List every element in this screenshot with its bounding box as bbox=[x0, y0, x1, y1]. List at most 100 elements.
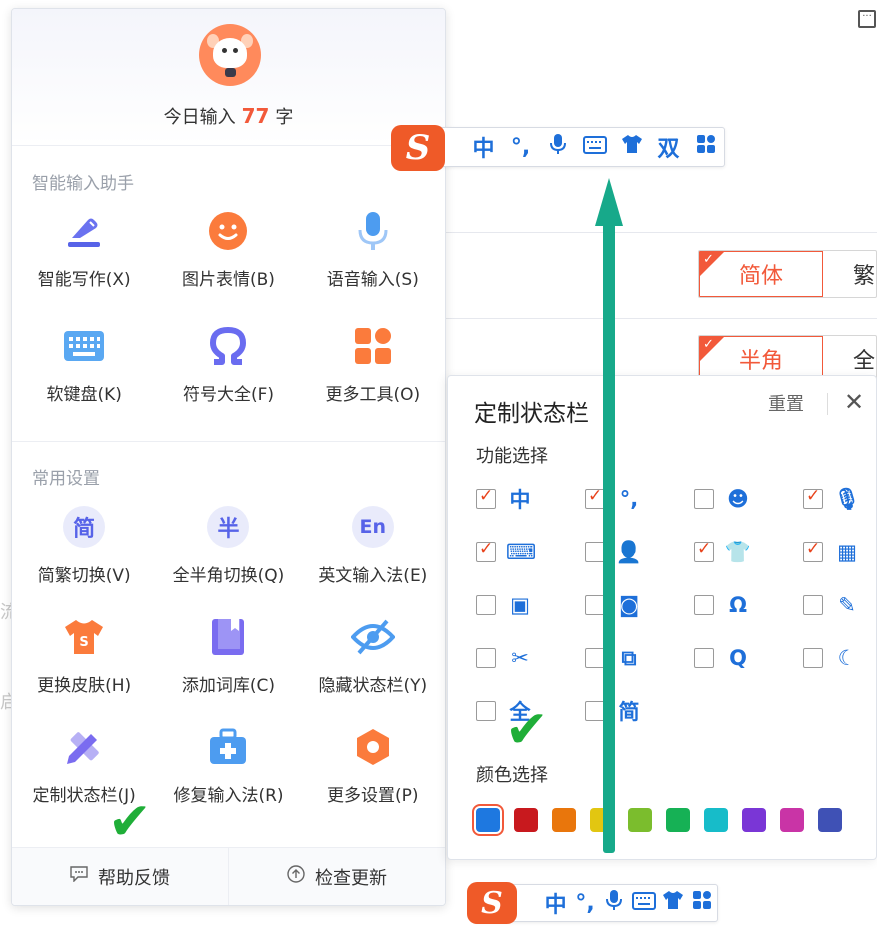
microphone-icon bbox=[351, 209, 395, 253]
checkbox[interactable] bbox=[694, 489, 714, 509]
tool-symbols[interactable]: 符号大全(F) bbox=[156, 312, 300, 427]
checkbox[interactable] bbox=[476, 595, 496, 615]
checkbox[interactable] bbox=[694, 595, 714, 615]
statusbar-preview-bottom[interactable]: S 中 °, bbox=[467, 882, 718, 924]
upload-icon bbox=[287, 865, 305, 888]
function-option[interactable]: ☾ bbox=[803, 645, 877, 671]
color-swatch[interactable] bbox=[472, 804, 504, 836]
checkbox[interactable] bbox=[803, 648, 823, 668]
checkbox[interactable] bbox=[803, 595, 823, 615]
function-option[interactable]: 🎙 bbox=[803, 486, 877, 512]
reset-button[interactable]: 重置 bbox=[768, 390, 804, 416]
tool-repair-ime[interactable]: 修复输入法(R) bbox=[156, 713, 300, 823]
color-swatch[interactable] bbox=[552, 808, 576, 832]
keyboard-icon bbox=[62, 324, 106, 368]
customize-statusbar-panel: 定制状态栏 重置 ✕ 功能选择 中°,☻🎙⌨👤👕▦▣◙Ω✎✂⧉Q☾全简 颜色选择 bbox=[447, 375, 877, 860]
function-option[interactable]: ▣ bbox=[476, 592, 585, 618]
color-swatch[interactable] bbox=[666, 808, 690, 832]
tool-half-full-switch[interactable]: 半 全半角切换(Q) bbox=[156, 493, 300, 603]
check-icon: ✓ bbox=[703, 337, 714, 352]
tool-soft-keyboard[interactable]: 软键盘(K) bbox=[12, 312, 156, 427]
omega-icon bbox=[206, 324, 250, 368]
simplified-option[interactable]: ✓ 简体 bbox=[699, 251, 823, 297]
tool-more-tools[interactable]: 更多工具(O) bbox=[301, 312, 445, 427]
function-option[interactable]: ✎ bbox=[803, 592, 877, 618]
color-swatch[interactable] bbox=[628, 808, 652, 832]
statusbar-preview-top[interactable]: S 中 °, 双 bbox=[391, 125, 725, 171]
checkbox[interactable] bbox=[476, 486, 496, 509]
tshirt-icon[interactable] bbox=[613, 134, 650, 160]
function-option[interactable]: ▦ bbox=[803, 539, 877, 565]
chinese-mode-icon[interactable]: 中 bbox=[541, 887, 570, 919]
toolbox-icon bbox=[206, 725, 250, 769]
function-option[interactable]: ☻ bbox=[694, 486, 803, 512]
sogou-logo-icon[interactable]: S bbox=[467, 882, 517, 924]
color-swatch[interactable] bbox=[780, 808, 804, 832]
simp-trad-toggle[interactable]: ✓ 简体 繁 bbox=[698, 250, 877, 298]
tool-hide-statusbar[interactable]: 隐藏状态栏(Y) bbox=[301, 603, 445, 713]
tool-voice-input[interactable]: 语音输入(S) bbox=[301, 197, 445, 312]
punctuation-icon[interactable]: °, bbox=[502, 135, 539, 160]
half-width-char-icon: 半 bbox=[206, 505, 250, 549]
help-feedback-button[interactable]: 帮助反馈 bbox=[12, 848, 228, 905]
punctuation-icon[interactable]: °, bbox=[570, 891, 599, 916]
checkbox[interactable] bbox=[476, 701, 496, 721]
assistant-tools-grid: 智能写作(X) 图片表情(B) 语音输入(S) 软键盘(K) 符号大全(F) 更… bbox=[12, 197, 445, 427]
function-options-grid: 中°,☻🎙⌨👤👕▦▣◙Ω✎✂⧉Q☾全简 bbox=[476, 486, 876, 724]
tool-simp-trad-switch[interactable]: 简 简繁切换(V) bbox=[12, 493, 156, 603]
separator bbox=[827, 393, 828, 415]
grid-icon[interactable] bbox=[687, 134, 724, 160]
tool-image-emoji[interactable]: 图片表情(B) bbox=[156, 197, 300, 312]
tool-change-skin[interactable]: S 更换皮肤(H) bbox=[12, 603, 156, 713]
chinese-mode-icon[interactable]: 中 bbox=[465, 131, 502, 163]
check-update-button[interactable]: 检查更新 bbox=[228, 848, 445, 905]
function-select-title: 功能选择 bbox=[476, 446, 548, 467]
tool-smart-writing[interactable]: 智能写作(X) bbox=[12, 197, 156, 312]
more-dots-icon[interactable]: ··· bbox=[858, 10, 876, 28]
traditional-option[interactable]: 繁 bbox=[823, 251, 876, 297]
annotation-check-icon: ✔ bbox=[505, 700, 549, 760]
function-option[interactable]: ⌨ bbox=[476, 539, 585, 565]
section-title-settings: 常用设置 bbox=[32, 469, 100, 489]
function-option[interactable]: 中 bbox=[476, 486, 585, 512]
sogou-logo-icon[interactable]: S bbox=[391, 125, 445, 171]
svg-text:S: S bbox=[79, 635, 88, 650]
function-option[interactable]: 👕 bbox=[694, 539, 803, 565]
color-swatch[interactable] bbox=[704, 808, 728, 832]
ruler-pencil-icon bbox=[62, 725, 106, 769]
checkbox[interactable] bbox=[694, 539, 714, 562]
checkbox[interactable] bbox=[803, 486, 823, 509]
function-option[interactable]: Ω bbox=[694, 592, 803, 618]
checkbox[interactable] bbox=[803, 539, 823, 562]
settings-tools-grid: 简 简繁切换(V) 半 全半角切换(Q) En 英文输入法(E) S 更换皮肤(… bbox=[12, 493, 445, 823]
color-swatch[interactable] bbox=[818, 808, 842, 832]
function-option[interactable]: Q bbox=[694, 645, 803, 671]
color-swatch[interactable] bbox=[742, 808, 766, 832]
checkbox[interactable] bbox=[694, 648, 714, 668]
pen-icon bbox=[62, 209, 106, 253]
option-glyph-icon: ☾ bbox=[837, 646, 857, 670]
avatar[interactable] bbox=[199, 24, 261, 86]
smiley-icon bbox=[206, 209, 250, 253]
ime-menu-panel: 今日输入77字 智能输入助手 智能写作(X) 图片表情(B) 语音输入(S) bbox=[11, 8, 446, 906]
microphone-icon[interactable] bbox=[600, 889, 629, 917]
color-swatch[interactable] bbox=[514, 808, 538, 832]
checkbox[interactable] bbox=[476, 648, 496, 668]
keyboard-icon[interactable] bbox=[576, 135, 613, 160]
color-swatches bbox=[472, 804, 842, 836]
hexagon-icon bbox=[351, 725, 395, 769]
tool-add-dictionary[interactable]: 添加词库(C) bbox=[156, 603, 300, 713]
microphone-icon[interactable] bbox=[539, 133, 576, 161]
grid-icon bbox=[351, 324, 395, 368]
check-icon: ✓ bbox=[703, 252, 714, 267]
grid-icon[interactable] bbox=[688, 890, 717, 916]
tshirt-icon[interactable] bbox=[658, 890, 687, 916]
keyboard-icon[interactable] bbox=[629, 891, 658, 916]
checkbox[interactable] bbox=[476, 539, 496, 562]
tool-english-input[interactable]: En 英文输入法(E) bbox=[301, 493, 445, 603]
double-pinyin-icon[interactable]: 双 bbox=[650, 131, 687, 163]
close-icon[interactable]: ✕ bbox=[844, 388, 864, 416]
function-option[interactable]: ✂ bbox=[476, 645, 585, 671]
tool-more-settings[interactable]: 更多设置(P) bbox=[301, 713, 445, 823]
bg-divider bbox=[446, 232, 877, 233]
